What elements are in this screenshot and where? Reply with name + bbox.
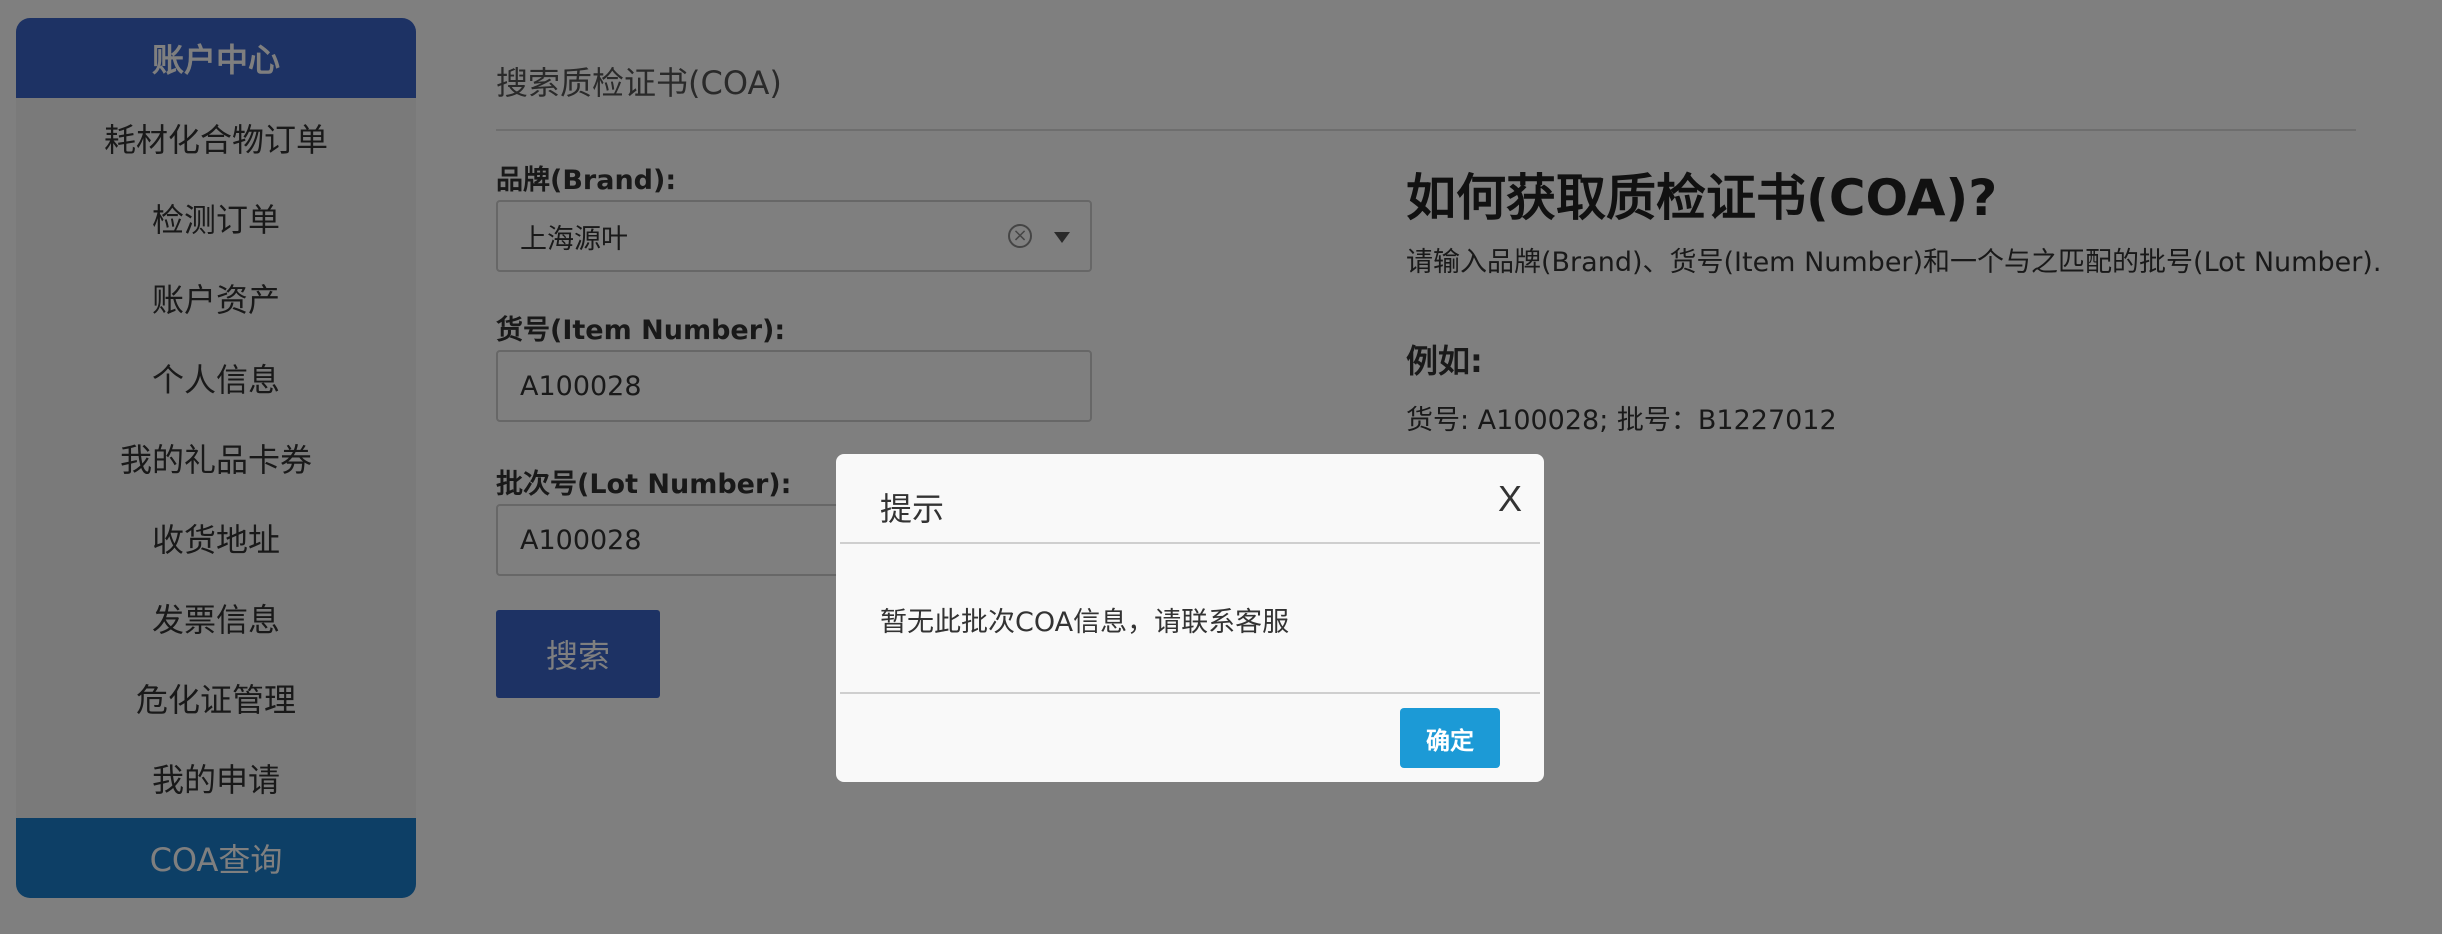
modal-header-divider [840, 542, 1540, 544]
alert-modal: 提示 X 暂无此批次COA信息，请联系客服 确定 [836, 454, 1544, 782]
modal-title: 提示 [880, 490, 945, 528]
modal-footer-divider [840, 692, 1540, 694]
confirm-button[interactable]: 确定 [1400, 708, 1500, 768]
modal-message: 暂无此批次COA信息，请联系客服 [880, 607, 1290, 638]
close-icon[interactable]: X [1498, 478, 1522, 520]
